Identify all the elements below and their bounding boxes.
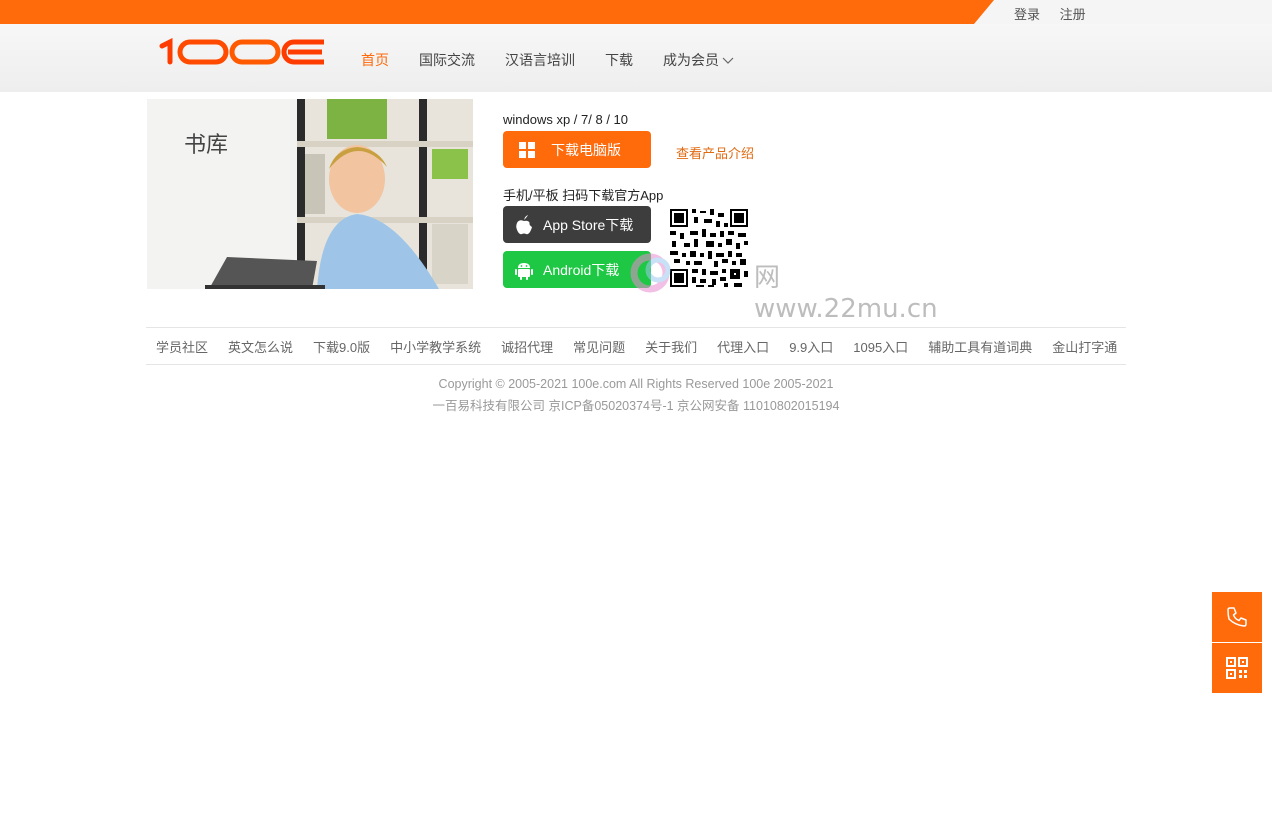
footer-link-agent-recruit[interactable]: 诚招代理 [501,337,553,356]
copyright-line-1: Copyright © 2005-2021 100e.com All Right… [438,377,834,391]
download-pc-button[interactable]: 下载电脑版 [503,131,651,168]
top-bar: 登录 注册 [0,0,1272,24]
side-phone-button[interactable] [1212,592,1262,642]
app-store-label: App Store下载 [543,216,634,233]
hero-title: 书库 [184,132,229,157]
footer-link-community[interactable]: 学员社区 [156,337,208,356]
hero-image: 书库 [147,99,473,289]
nav-chinese-training[interactable]: 汉语言培训 [505,50,575,70]
mobile-download-label: 手机/平板 扫码下载官方App [503,188,664,203]
footer-link-school-system[interactable]: 中小学教学系统 [390,337,481,356]
footer-link-english[interactable]: 英文怎么说 [228,337,293,356]
apple-icon [516,214,532,234]
product-intro-link[interactable]: 查看产品介绍 [676,143,754,162]
nav-download[interactable]: 下载 [605,50,633,70]
windows-icon [519,141,535,158]
register-link[interactable]: 注册 [1060,7,1086,22]
footer-link-faq[interactable]: 常见问题 [573,337,625,356]
footer-link-youdao[interactable]: 辅助工具有道词典 [928,337,1032,356]
footer-link-agent-entry[interactable]: 代理入口 [717,337,769,356]
top-bar-orange-stripe [0,0,994,24]
watermark-text: 网 www.22mu.cn [754,263,938,324]
nav-membership[interactable]: 成为会员 [663,50,734,70]
chevron-down-icon [722,57,734,65]
site-logo[interactable] [158,38,328,66]
download-pc-label: 下载电脑版 [551,141,621,158]
login-link[interactable]: 登录 [1014,7,1040,22]
top-links: 登录 注册 [1014,4,1102,23]
footer-link-9-9-entry[interactable]: 9.9入口 [789,337,833,356]
nav-international[interactable]: 国际交流 [419,50,475,70]
android-icon [515,262,533,280]
footer-link-download-9[interactable]: 下载9.0版 [313,337,370,356]
android-download-button[interactable]: Android下载 [503,251,651,288]
qrcode-icon [1226,657,1248,679]
nav-home[interactable]: 首页 [361,50,389,70]
app-store-button[interactable]: App Store下载 [503,206,651,243]
footer-link-typing[interactable]: 金山打字通 [1052,337,1117,356]
nav-membership-label: 成为会员 [663,52,719,68]
header: 首页 国际交流 汉语言培训 下载 成为会员 [0,24,1272,92]
android-download-label: Android下载 [543,261,620,278]
qr-code-image [668,207,750,289]
phone-icon [1227,607,1247,627]
footer-link-about[interactable]: 关于我们 [645,337,697,356]
side-qrcode-button[interactable] [1212,643,1262,693]
footer-links: 学员社区 英文怎么说 下载9.0版 中小学教学系统 诚招代理 常见问题 关于我们… [146,327,1126,365]
copyright-line-2: 一百易科技有限公司 京ICP备05020374号-1 京公网安备 1101080… [432,399,840,413]
main-nav: 首页 国际交流 汉语言培训 下载 成为会员 [361,50,764,70]
footer-link-1095-entry[interactable]: 1095入口 [853,337,908,356]
os-support-label: windows xp / 7/ 8 / 10 [503,112,629,127]
